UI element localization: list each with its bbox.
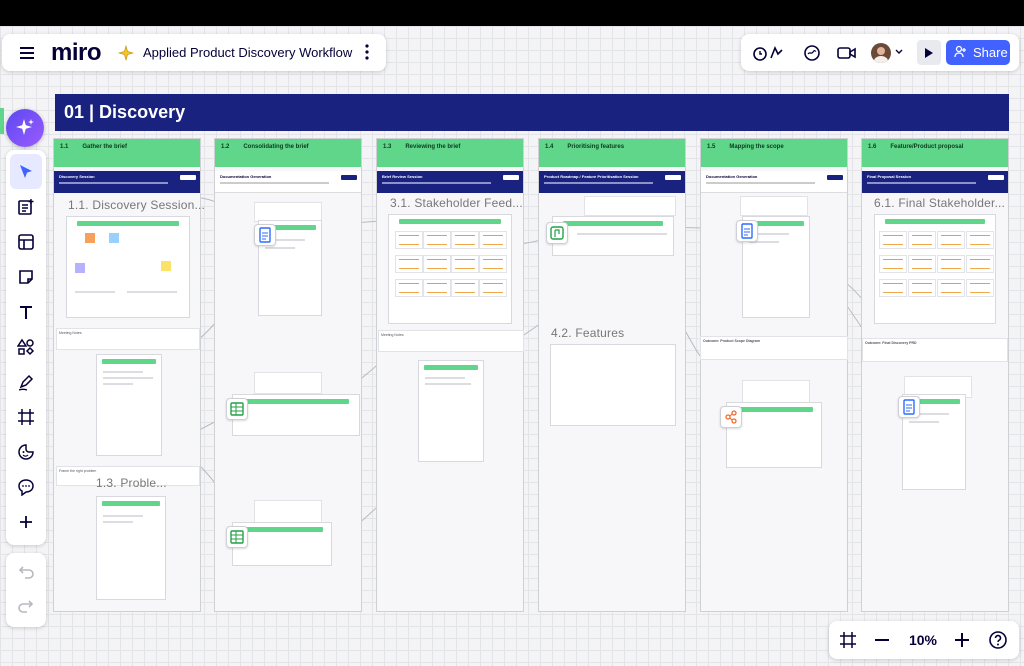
frame-label[interactable]: 1.1. Discovery Session... — [68, 198, 205, 212]
history-toolbar — [6, 553, 46, 627]
table-embed-icon[interactable] — [226, 398, 248, 420]
discovery-notes-sheet[interactable] — [96, 354, 162, 456]
frame-icon[interactable] — [6, 399, 46, 434]
ai-sparkle-icon[interactable] — [6, 109, 44, 147]
collaboration-panel: Share — [741, 34, 1019, 71]
shapes-icon[interactable] — [6, 329, 46, 364]
doc-embed-icon[interactable] — [898, 396, 920, 418]
doc-embed-icon[interactable] — [736, 220, 758, 242]
share-label: Share — [973, 45, 1008, 60]
frame-layout-icon[interactable] — [6, 224, 46, 259]
roadmap-sheet[interactable] — [552, 216, 674, 256]
templates-icon[interactable] — [6, 189, 46, 224]
column-nav: Documentation Generation — [701, 171, 847, 193]
video-icon[interactable] — [836, 42, 858, 64]
menu-icon[interactable] — [16, 43, 38, 63]
meeting-notes-card[interactable]: Meeting Notes — [56, 328, 200, 350]
share-button[interactable]: Share — [946, 40, 1010, 65]
brief-review-notes-sheet[interactable] — [418, 360, 484, 462]
sticky-note-icon[interactable] — [6, 259, 46, 294]
avatar[interactable] — [871, 43, 891, 63]
sparkle-icon[interactable] — [116, 43, 136, 63]
column-header: 1.5 Mapping the scope — [701, 139, 847, 167]
zoom-in-icon[interactable] — [952, 630, 972, 650]
help-icon[interactable] — [987, 629, 1009, 651]
creation-toolbar — [6, 150, 46, 545]
table-embed-icon[interactable] — [226, 526, 248, 548]
outcome-scope-card[interactable]: Outcome: Product Scope Diagram — [700, 336, 848, 360]
comment-card[interactable] — [254, 500, 322, 524]
column-nav: Brief Review Session — [377, 171, 523, 193]
column-header: 1.6 Feature/Product proposal — [862, 139, 1008, 167]
discovery-canvas-sheet[interactable] — [66, 216, 190, 318]
zoom-level[interactable]: 10% — [907, 632, 939, 648]
undo-icon[interactable] — [15, 561, 37, 583]
redo-icon[interactable] — [15, 595, 37, 617]
chevron-down-icon[interactable] — [894, 46, 904, 58]
column-nav: Product Roadmap / Feature Prioritisation… — [539, 171, 685, 193]
comment-card[interactable] — [740, 196, 808, 216]
window-top-bar — [0, 0, 1024, 26]
frame-label[interactable]: 3.1. Stakeholder Feed... — [390, 196, 523, 210]
problem-statement-sheet[interactable] — [96, 496, 166, 600]
fit-frame-icon[interactable] — [837, 630, 859, 650]
zoom-panel: 10% — [829, 621, 1019, 659]
edge-element — [0, 108, 4, 134]
stakeholder-feedback-sheet[interactable] — [388, 214, 512, 324]
emoji-icon[interactable] — [6, 434, 46, 469]
final-feedback-sheet[interactable] — [874, 214, 996, 324]
comment-card[interactable] — [584, 196, 676, 216]
meeting-notes-card[interactable]: Meeting Notes — [378, 330, 524, 352]
features-frame[interactable] — [550, 344, 676, 426]
share-user-icon — [954, 45, 968, 59]
more-icon[interactable] — [357, 42, 377, 62]
board-section-banner: 01 | Discovery — [55, 94, 1009, 131]
column-header: 1.4 Prioritising features — [539, 139, 685, 167]
plus-icon[interactable] — [6, 504, 46, 539]
frame-label[interactable]: 6.1. Final Stakeholder... — [874, 196, 1005, 210]
timer-reactions-icon[interactable] — [751, 42, 785, 64]
frame-label[interactable]: 4.2. Features — [551, 326, 624, 340]
column-nav: Final Proposal Session — [862, 171, 1008, 193]
pen-icon[interactable] — [6, 364, 46, 399]
present-icon[interactable] — [917, 40, 941, 65]
doc-embed-icon[interactable] — [254, 224, 276, 246]
board-title[interactable]: Applied Product Discovery Workflow — [143, 45, 352, 60]
outcome-prd-card[interactable]: Outcome: Final Discovery PRD — [862, 338, 1008, 362]
board-canvas[interactable]: 01 | Discovery 1.1 Gather the brief Disco… — [0, 26, 1024, 666]
diagram-embed-icon[interactable] — [720, 406, 742, 428]
text-icon[interactable] — [6, 294, 46, 329]
column-nav: Discovery Session — [54, 171, 200, 193]
chat-icon[interactable] — [801, 42, 823, 64]
column-header: 1.2 Consolidating the brief — [215, 139, 361, 167]
column-nav: Documentation Generation — [215, 171, 361, 193]
board-header-panel: miro Applied Product Discovery Workflow — [2, 34, 386, 71]
column-header: 1.1 Gather the brief — [54, 139, 200, 167]
column-header: 1.3 Reviewing the brief — [377, 139, 523, 167]
comment-icon[interactable] — [6, 469, 46, 504]
comment-card[interactable] — [742, 380, 810, 404]
comment-card[interactable] — [254, 202, 322, 222]
select-cursor-icon[interactable] — [10, 154, 42, 189]
zoom-out-icon[interactable] — [872, 630, 892, 650]
roadmap-embed-icon[interactable] — [546, 222, 568, 244]
comment-card[interactable] — [254, 372, 322, 394]
feature-matching-sheet[interactable] — [232, 394, 360, 436]
miro-logo[interactable]: miro — [51, 39, 102, 67]
frame-label[interactable]: 1.3. Proble... — [96, 476, 167, 490]
